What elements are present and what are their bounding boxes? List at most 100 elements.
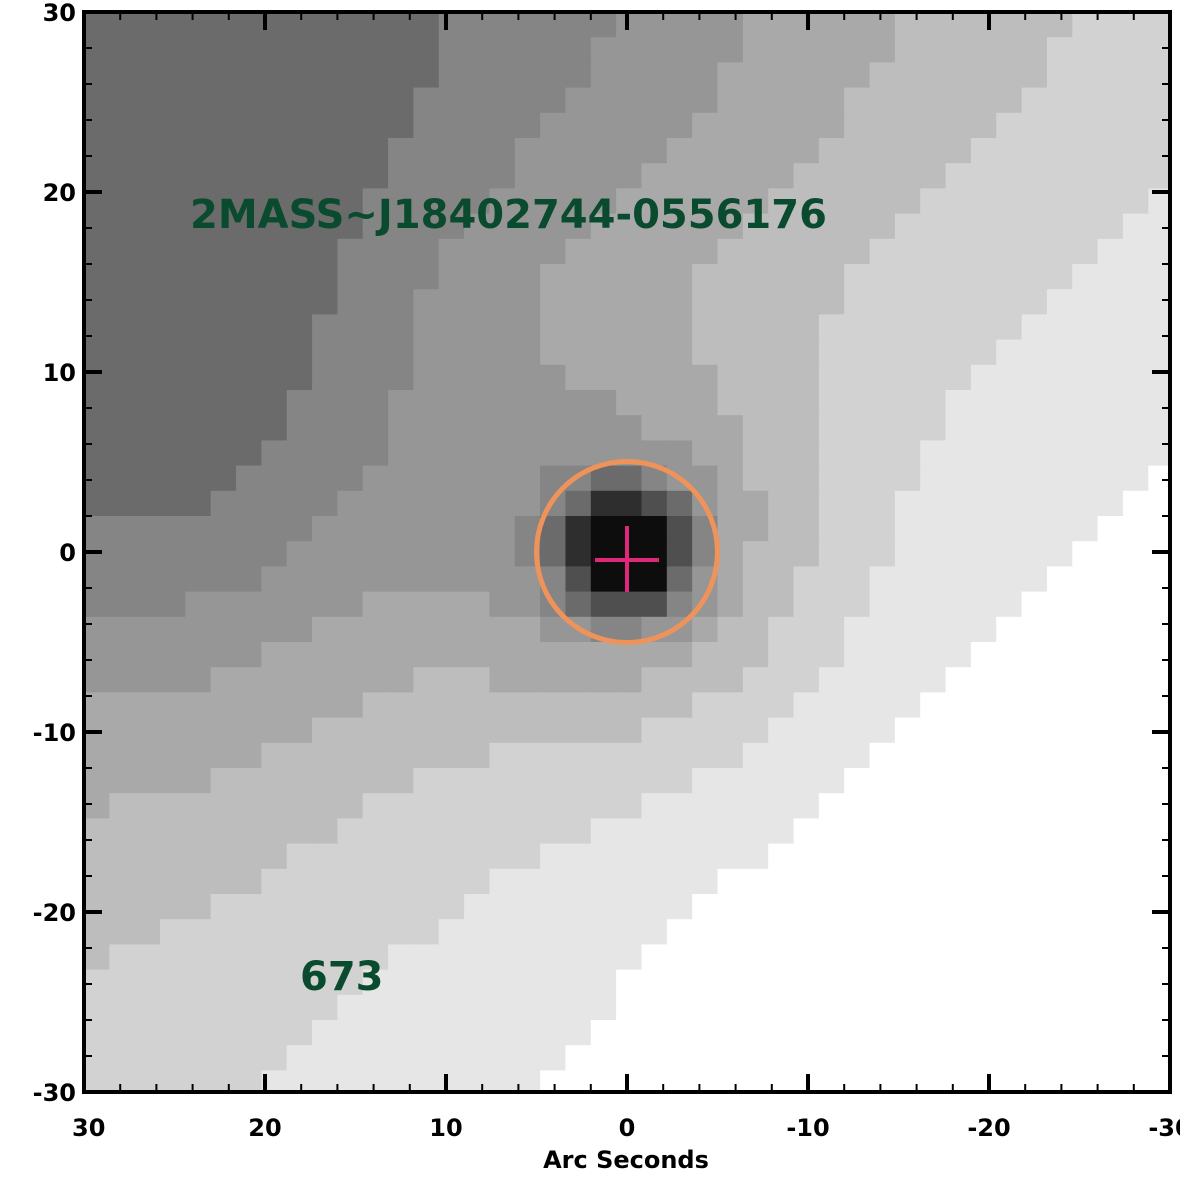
image-pixel [464, 742, 491, 769]
image-pixel [945, 238, 972, 265]
image-pixel [970, 390, 997, 416]
image-pixel [590, 516, 617, 542]
image-pixel [742, 818, 769, 845]
image-pixel [160, 37, 186, 63]
image-pixel [869, 818, 896, 845]
image-pixel [388, 843, 415, 870]
image-pixel [286, 818, 313, 845]
image-pixel [185, 717, 212, 744]
image-pixel [413, 364, 440, 391]
image-pixel [438, 642, 465, 668]
image-pixel [489, 742, 516, 769]
image-pixel [666, 566, 693, 593]
image-pixel [388, 314, 415, 341]
image-pixel [793, 667, 820, 693]
image-pixel [869, 894, 896, 920]
image-pixel [970, 793, 997, 819]
image-pixel [464, 12, 491, 38]
image-pixel [869, 1020, 896, 1046]
image-pixel [768, 566, 795, 593]
image-pixel [286, 868, 313, 895]
image-pixel [742, 1020, 769, 1046]
image-pixel [970, 138, 997, 164]
image-pixel [818, 289, 845, 315]
image-pixel [616, 62, 643, 89]
image-pixel [185, 1045, 212, 1071]
image-pixel [134, 994, 161, 1021]
image-pixel [489, 314, 516, 341]
image-pixel [692, 818, 719, 845]
image-pixel [692, 642, 719, 668]
image-pixel [1097, 37, 1124, 63]
image-pixel [869, 440, 896, 467]
image-pixel [641, 238, 668, 265]
image-pixel [540, 717, 567, 744]
image-pixel [717, 894, 744, 920]
image-pixel [590, 818, 617, 845]
image-pixel [464, 238, 491, 265]
image-pixel [413, 516, 440, 542]
image-pixel [717, 566, 744, 593]
image-pixel [590, 768, 617, 794]
image-pixel [489, 894, 516, 920]
image-pixel [970, 339, 997, 366]
image-pixel [464, 1020, 491, 1046]
image-pixel [920, 768, 947, 794]
image-pixel [768, 314, 795, 341]
image-pixel [413, 868, 440, 895]
image-pixel [236, 490, 262, 517]
image-pixel [210, 339, 237, 366]
image-pixel [1046, 1020, 1073, 1046]
image-pixel [869, 516, 896, 542]
image-pixel [210, 62, 237, 89]
image-pixel [413, 642, 440, 668]
image-pixel [337, 541, 364, 567]
image-pixel [337, 112, 364, 139]
image-pixel [818, 264, 845, 290]
image-pixel [920, 238, 947, 265]
image-pixel [894, 919, 921, 945]
image-pixel [742, 516, 769, 542]
image-pixel [1122, 264, 1149, 290]
image-pixel [818, 843, 845, 870]
image-pixel [438, 289, 465, 315]
image-pixel [717, 364, 744, 391]
image-pixel [717, 768, 744, 794]
image-pixel [312, 163, 338, 189]
image-pixel [717, 163, 744, 189]
image-pixel [84, 793, 110, 819]
image-pixel [236, 112, 262, 139]
image-pixel [84, 843, 110, 870]
image-pixel [717, 138, 744, 164]
image-pixel [590, 264, 617, 290]
image-pixel [185, 944, 212, 971]
image-pixel [920, 717, 947, 744]
image-pixel [742, 768, 769, 794]
image-pixel [438, 440, 465, 467]
image-pixel [1097, 138, 1124, 164]
image-pixel [844, 238, 871, 265]
image-pixel [869, 12, 896, 38]
image-pixel [565, 112, 592, 139]
image-pixel [616, 415, 643, 441]
image-pixel [1046, 642, 1073, 668]
image-pixel [768, 541, 795, 567]
image-pixel [793, 516, 820, 542]
image-pixel [489, 390, 516, 416]
image-pixel [312, 843, 338, 870]
image-pixel [286, 364, 313, 391]
image-pixel [869, 238, 896, 265]
image-pixel [920, 944, 947, 971]
image-pixel [742, 742, 769, 769]
image-pixel [565, 1045, 592, 1071]
image-pixel [413, 339, 440, 366]
image-pixel [742, 138, 769, 164]
image-pixel [489, 994, 516, 1021]
image-pixel [413, 919, 440, 945]
image-pixel [869, 87, 896, 114]
image-pixel [717, 591, 744, 618]
image-pixel [692, 364, 719, 391]
image-pixel [464, 138, 491, 164]
image-pixel [996, 112, 1023, 139]
image-pixel [945, 667, 972, 693]
